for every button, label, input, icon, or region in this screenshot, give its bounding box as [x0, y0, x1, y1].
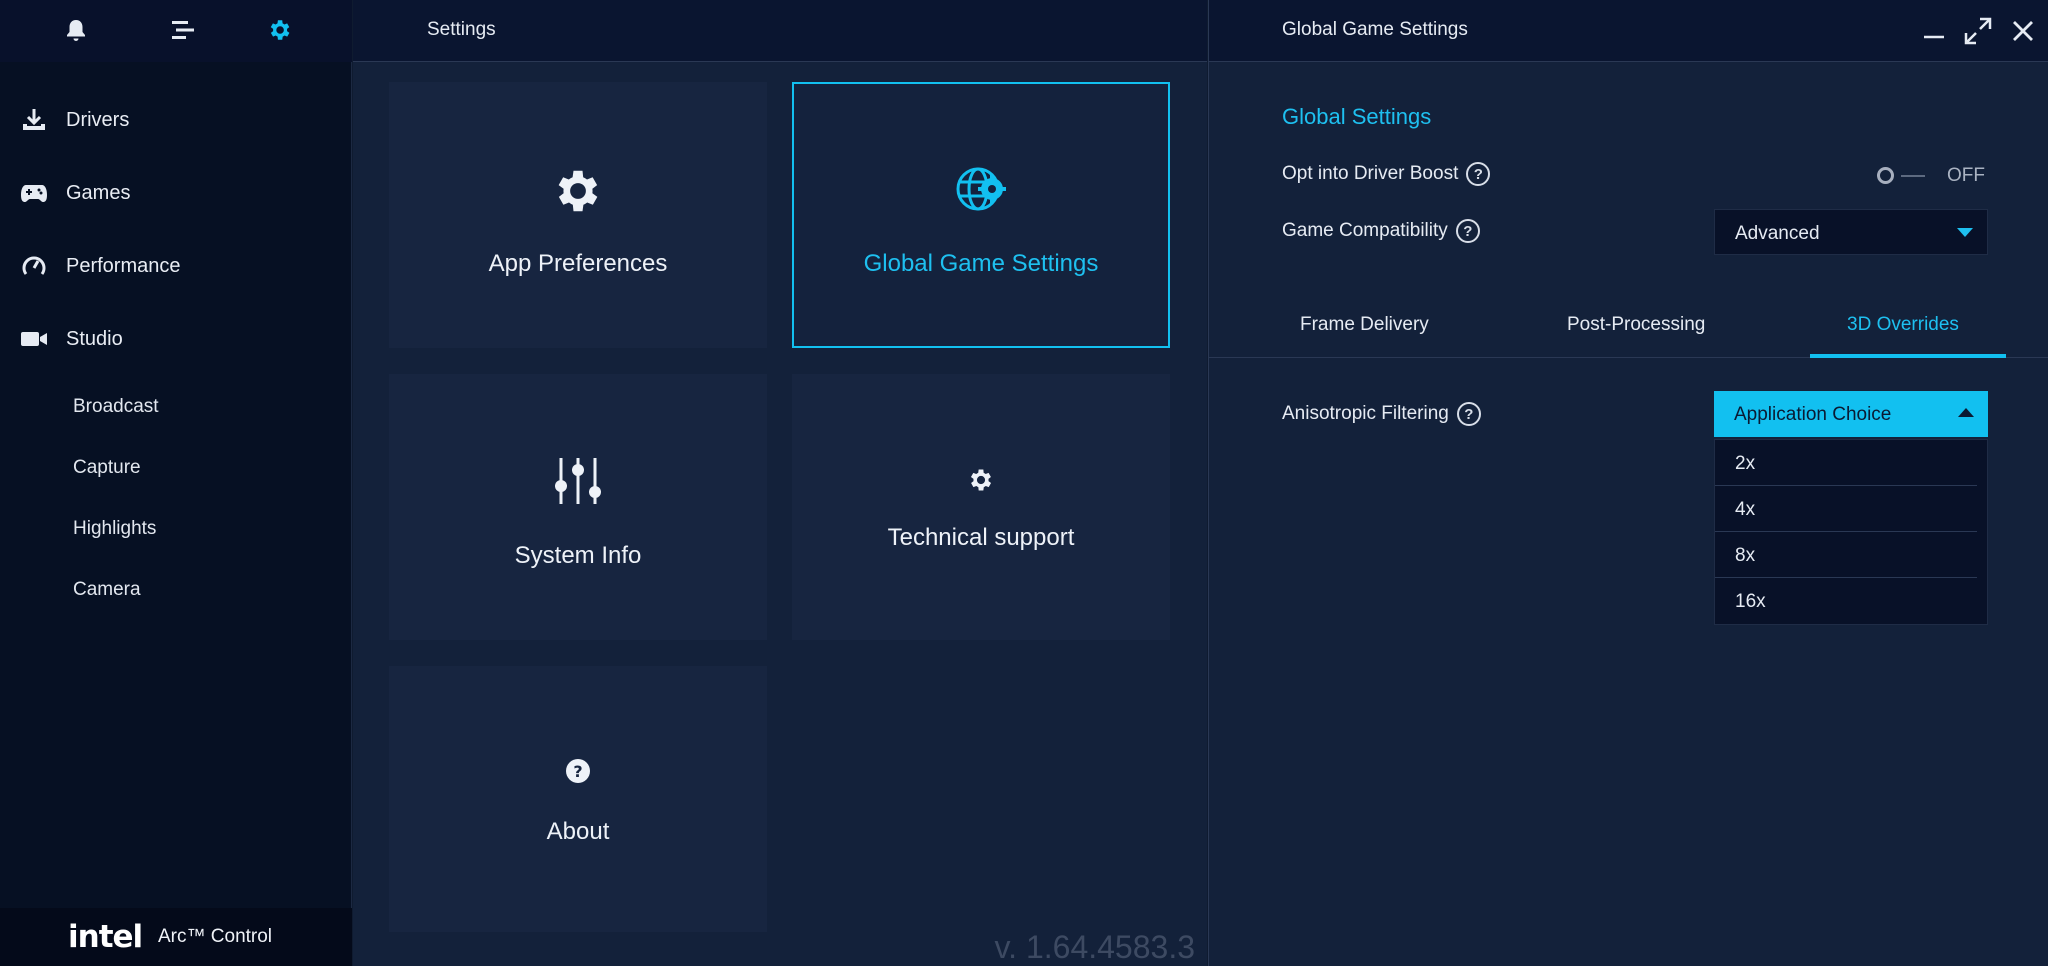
- minimize-icon[interactable]: [1917, 14, 1951, 48]
- tile-app-preferences[interactable]: App Preferences: [389, 82, 767, 348]
- tab-post-processing[interactable]: Post-Processing: [1567, 314, 1705, 336]
- help-icon[interactable]: ?: [1455, 219, 1480, 243]
- sidebar-item-games[interactable]: Games: [0, 168, 352, 218]
- settings-tabs: Frame Delivery Post-Processing 3D Overri…: [1209, 300, 2048, 358]
- tile-label: System Info: [514, 542, 642, 569]
- game-compat-row: Game Compatibility ?: [1282, 219, 1480, 243]
- brand-footer: intel Arc™ Control: [0, 908, 352, 966]
- game-compat-dropdown[interactable]: Advanced: [1714, 209, 1988, 255]
- sidebar-item-camera[interactable]: Camera: [73, 579, 141, 601]
- dropdown-value: Application Choice: [1734, 404, 1892, 425]
- driver-boost-row: Opt into Driver Boost ?: [1282, 162, 1491, 186]
- page-title: Settings: [427, 19, 496, 40]
- aniso-dropdown[interactable]: Application Choice: [1714, 391, 1988, 437]
- panel-title: Global Game Settings: [1282, 19, 1468, 40]
- sidebar-item-capture[interactable]: Capture: [73, 457, 141, 479]
- tile-label: About: [546, 818, 610, 845]
- aniso-label: Anisotropic Filtering: [1282, 403, 1449, 424]
- gauge-icon: [20, 252, 48, 280]
- option-label: 2x: [1735, 453, 1756, 474]
- question-icon: ?: [565, 758, 591, 784]
- sliders-icon: [553, 454, 603, 508]
- gear-icon: [551, 164, 605, 218]
- global-game-settings-panel: Global Game Settings Global Settings Opt…: [1208, 0, 2048, 966]
- bell-icon[interactable]: [56, 12, 96, 48]
- tile-global-game-settings[interactable]: Global Game Settings: [792, 82, 1170, 348]
- option-label: 16x: [1735, 591, 1766, 612]
- tile-about[interactable]: ? About: [389, 666, 767, 932]
- small-gear-icon: [967, 466, 995, 494]
- globe-gear-icon: [954, 162, 1008, 216]
- tile-system-info[interactable]: System Info: [389, 374, 767, 640]
- option-label: 4x: [1735, 499, 1756, 520]
- option-8x[interactable]: 8x: [1715, 532, 1987, 578]
- maximize-icon[interactable]: [1961, 14, 1995, 48]
- sidebar-item-label: Games: [66, 181, 131, 204]
- help-icon[interactable]: ?: [1456, 402, 1481, 426]
- sidebar-item-highlights[interactable]: Highlights: [73, 518, 156, 540]
- tab-frame-delivery[interactable]: Frame Delivery: [1300, 314, 1429, 336]
- gear-icon[interactable]: [259, 12, 299, 48]
- dropdown-value: Advanced: [1735, 223, 1820, 244]
- sidebar: Drivers Games Performance Studio Broadca…: [0, 0, 352, 966]
- option-label: 8x: [1735, 545, 1756, 566]
- help-icon[interactable]: ?: [1466, 162, 1491, 186]
- driver-boost-label: Opt into Driver Boost: [1282, 163, 1459, 184]
- toggle-knob: [1877, 167, 1894, 184]
- panel-header: Global Game Settings: [1209, 0, 2048, 62]
- sidebar-item-label: Studio: [66, 327, 123, 350]
- version-label: v. 1.64.4583.3: [994, 929, 1195, 965]
- gamepad-icon: [20, 179, 48, 207]
- aniso-options-list: 2x 4x 8x 16x: [1714, 439, 1988, 625]
- option-16x[interactable]: 16x: [1715, 578, 1987, 624]
- product-name: Arc™ Control: [158, 926, 273, 947]
- option-2x[interactable]: 2x: [1715, 440, 1987, 486]
- close-icon[interactable]: [2006, 14, 2040, 48]
- chevron-up-icon: [1958, 408, 1974, 417]
- sidebar-item-broadcast[interactable]: Broadcast: [73, 396, 159, 418]
- game-compat-label: Game Compatibility: [1282, 220, 1448, 241]
- driver-boost-state: OFF: [1947, 165, 1985, 186]
- tile-label: Technical support: [887, 524, 1075, 551]
- sidebar-item-label: Performance: [66, 254, 181, 277]
- intel-logo: intel: [68, 919, 143, 955]
- svg-text:?: ?: [573, 762, 582, 781]
- aniso-row: Anisotropic Filtering ?: [1282, 402, 1481, 426]
- camera-icon: [20, 325, 48, 353]
- sidebar-top-icons: [0, 0, 352, 62]
- tile-label: App Preferences: [488, 250, 668, 277]
- sidebar-item-label: Drivers: [66, 108, 130, 131]
- sidebar-item-performance[interactable]: Performance: [0, 241, 352, 291]
- driver-boost-toggle[interactable]: [1877, 166, 1937, 186]
- settings-panel: Settings App Preferences Global Game Set…: [353, 0, 1207, 966]
- menu-icon[interactable]: [163, 12, 203, 48]
- tile-label: Global Game Settings: [863, 250, 1099, 277]
- active-tab-indicator: [1810, 354, 2006, 358]
- tile-technical-support[interactable]: Technical support: [792, 374, 1170, 640]
- sidebar-item-drivers[interactable]: Drivers: [0, 95, 352, 145]
- chevron-down-icon: [1957, 228, 1973, 237]
- toggle-track: [1901, 175, 1925, 177]
- settings-header: Settings: [353, 0, 1207, 62]
- download-icon: [20, 106, 48, 134]
- sidebar-item-studio[interactable]: Studio: [0, 314, 352, 364]
- tab-3d-overrides[interactable]: 3D Overrides: [1847, 314, 1959, 336]
- section-title: Global Settings: [1282, 104, 1432, 129]
- option-4x[interactable]: 4x: [1715, 486, 1987, 532]
